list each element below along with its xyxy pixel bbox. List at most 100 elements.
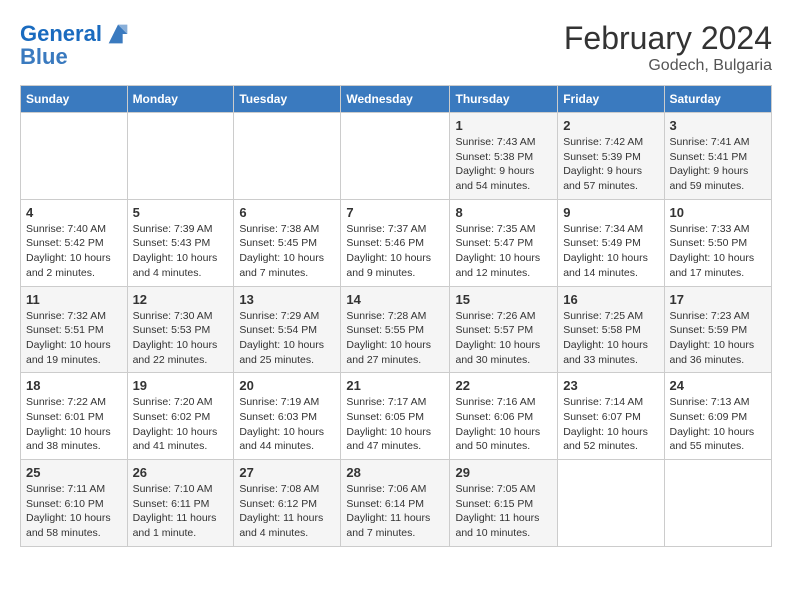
calendar-cell: 18Sunrise: 7:22 AM Sunset: 6:01 PM Dayli…: [21, 373, 128, 460]
calendar-cell: 21 Sunrise: 7:17 AM Sunset: 6:05 PM Dayli…: [341, 373, 450, 460]
day-info: Sunrise: 7:40 AM Sunset: 5:42 PM Dayligh…: [26, 222, 122, 281]
day-info: Sunrise: 7:26 AM Sunset: 5:57 PM Dayligh…: [455, 309, 552, 368]
calendar-cell: 16 Sunrise: 7:25 AM Sunset: 5:58 PM Dayli…: [558, 286, 664, 373]
day-info: Sunrise: 7:16 AM Sunset: 6:06 PM Dayligh…: [455, 395, 552, 454]
calendar-cell: 17 Sunrise: 7:23 AM Sunset: 5:59 PM Dayli…: [664, 286, 772, 373]
day-info: Sunrise: 7:29 AM Sunset: 5:54 PM Dayligh…: [239, 309, 335, 368]
weekday-header-sunday: Sunday: [21, 86, 128, 113]
calendar-cell: 5 Sunrise: 7:39 AM Sunset: 5:43 PM Daylig…: [127, 199, 234, 286]
day-info: Sunrise: 7:20 AM Sunset: 6:02 PM Dayligh…: [133, 395, 229, 454]
calendar-cell: 2 Sunrise: 7:42 AM Sunset: 5:39 PM Daylig…: [558, 113, 664, 200]
day-number: 29: [455, 465, 552, 480]
calendar-cell: [558, 460, 664, 547]
logo-text: General: [20, 22, 102, 46]
day-number: 16: [563, 292, 658, 307]
calendar-cell: 10 Sunrise: 7:33 AM Sunset: 5:50 PM Dayli…: [664, 199, 772, 286]
day-number: 26: [133, 465, 229, 480]
day-number: 3: [670, 118, 767, 133]
calendar-cell: 7Sunrise: 7:37 AM Sunset: 5:46 PM Daylig…: [341, 199, 450, 286]
day-info: Sunrise: 7:23 AM Sunset: 5:59 PM Dayligh…: [670, 309, 767, 368]
month-title: February 2024: [564, 20, 772, 57]
calendar-cell: 23 Sunrise: 7:14 AM Sunset: 6:07 PM Dayli…: [558, 373, 664, 460]
day-number: 2: [563, 118, 658, 133]
calendar-cell: 11 Sunrise: 7:32 AM Sunset: 5:51 PM Dayli…: [21, 286, 128, 373]
day-info: Sunrise: 7:10 AM Sunset: 6:11 PM Dayligh…: [133, 482, 229, 541]
day-info: Sunrise: 7:19 AM Sunset: 6:03 PM Dayligh…: [239, 395, 335, 454]
day-number: 5: [133, 205, 229, 220]
day-info: Sunrise: 7:08 AM Sunset: 6:12 PM Dayligh…: [239, 482, 335, 541]
calendar-cell: 14 Sunrise: 7:28 AM Sunset: 5:55 PM Dayli…: [341, 286, 450, 373]
day-info: Sunrise: 7:28 AM Sunset: 5:55 PM Dayligh…: [346, 309, 444, 368]
day-info: Sunrise: 7:14 AM Sunset: 6:07 PM Dayligh…: [563, 395, 658, 454]
day-info: Sunrise: 7:32 AM Sunset: 5:51 PM Dayligh…: [26, 309, 122, 368]
day-info: Sunrise: 7:42 AM Sunset: 5:39 PM Dayligh…: [563, 135, 658, 194]
day-number: 27: [239, 465, 335, 480]
calendar-cell: 28 Sunrise: 7:06 AM Sunset: 6:14 PM Dayli…: [341, 460, 450, 547]
calendar-cell: 24 Sunrise: 7:13 AM Sunset: 6:09 PM Dayli…: [664, 373, 772, 460]
day-number: 9: [563, 205, 658, 220]
day-info: Sunrise: 7:41 AM Sunset: 5:41 PM Dayligh…: [670, 135, 767, 194]
day-info: Sunrise: 7:37 AM Sunset: 5:46 PM Dayligh…: [346, 222, 444, 281]
day-info: Sunrise: 7:22 AM Sunset: 6:01 PM Dayligh…: [26, 395, 122, 454]
day-number: 4: [26, 205, 122, 220]
calendar-cell: 27 Sunrise: 7:08 AM Sunset: 6:12 PM Dayli…: [234, 460, 341, 547]
day-number: 13: [239, 292, 335, 307]
calendar-cell: 9 Sunrise: 7:34 AM Sunset: 5:49 PM Daylig…: [558, 199, 664, 286]
calendar-cell: 6 Sunrise: 7:38 AM Sunset: 5:45 PM Daylig…: [234, 199, 341, 286]
day-number: 1: [455, 118, 552, 133]
calendar-cell: 26 Sunrise: 7:10 AM Sunset: 6:11 PM Dayli…: [127, 460, 234, 547]
day-number: 12: [133, 292, 229, 307]
day-info: Sunrise: 7:05 AM Sunset: 6:15 PM Dayligh…: [455, 482, 552, 541]
calendar-cell: 29 Sunrise: 7:05 AM Sunset: 6:15 PM Dayli…: [450, 460, 558, 547]
day-info: Sunrise: 7:30 AM Sunset: 5:53 PM Dayligh…: [133, 309, 229, 368]
day-number: 10: [670, 205, 767, 220]
day-number: 11: [26, 292, 122, 307]
calendar-cell: [127, 113, 234, 200]
calendar-cell: 12 Sunrise: 7:30 AM Sunset: 5:53 PM Dayli…: [127, 286, 234, 373]
day-info: Sunrise: 7:17 AM Sunset: 6:05 PM Dayligh…: [346, 395, 444, 454]
day-info: Sunrise: 7:13 AM Sunset: 6:09 PM Dayligh…: [670, 395, 767, 454]
calendar-cell: [21, 113, 128, 200]
day-number: 6: [239, 205, 335, 220]
calendar-cell: [341, 113, 450, 200]
day-number: 15: [455, 292, 552, 307]
calendar-cell: [234, 113, 341, 200]
logo: General Blue: [20, 20, 132, 70]
calendar-cell: 25 Sunrise: 7:11 AM Sunset: 6:10 PM Dayli…: [21, 460, 128, 547]
calendar-cell: 1 Sunrise: 7:43 AM Sunset: 5:38 PM Daylig…: [450, 113, 558, 200]
weekday-header-monday: Monday: [127, 86, 234, 113]
weekday-header-wednesday: Wednesday: [341, 86, 450, 113]
day-number: 21: [346, 378, 444, 393]
day-info: Sunrise: 7:34 AM Sunset: 5:49 PM Dayligh…: [563, 222, 658, 281]
day-info: Sunrise: 7:25 AM Sunset: 5:58 PM Dayligh…: [563, 309, 658, 368]
day-number: 25: [26, 465, 122, 480]
day-info: Sunrise: 7:43 AM Sunset: 5:38 PM Dayligh…: [455, 135, 552, 194]
weekday-header-tuesday: Tuesday: [234, 86, 341, 113]
day-info: Sunrise: 7:11 AM Sunset: 6:10 PM Dayligh…: [26, 482, 122, 541]
calendar-cell: 20Sunrise: 7:19 AM Sunset: 6:03 PM Dayli…: [234, 373, 341, 460]
day-info: Sunrise: 7:35 AM Sunset: 5:47 PM Dayligh…: [455, 222, 552, 281]
day-info: Sunrise: 7:06 AM Sunset: 6:14 PM Dayligh…: [346, 482, 444, 541]
calendar-cell: 22 Sunrise: 7:16 AM Sunset: 6:06 PM Dayli…: [450, 373, 558, 460]
calendar-table: SundayMondayTuesdayWednesdayThursdayFrid…: [20, 85, 772, 547]
day-number: 22: [455, 378, 552, 393]
day-info: Sunrise: 7:33 AM Sunset: 5:50 PM Dayligh…: [670, 222, 767, 281]
calendar-cell: [664, 460, 772, 547]
weekday-header-thursday: Thursday: [450, 86, 558, 113]
calendar-cell: 3 Sunrise: 7:41 AM Sunset: 5:41 PM Daylig…: [664, 113, 772, 200]
day-number: 19: [133, 378, 229, 393]
day-info: Sunrise: 7:38 AM Sunset: 5:45 PM Dayligh…: [239, 222, 335, 281]
calendar-cell: 8 Sunrise: 7:35 AM Sunset: 5:47 PM Daylig…: [450, 199, 558, 286]
logo-icon: [104, 20, 132, 48]
day-number: 23: [563, 378, 658, 393]
day-number: 14: [346, 292, 444, 307]
calendar-cell: 4 Sunrise: 7:40 AM Sunset: 5:42 PM Daylig…: [21, 199, 128, 286]
page-header: General Blue February 2024 Godech, Bulga…: [20, 20, 772, 75]
day-number: 24: [670, 378, 767, 393]
calendar-cell: 19 Sunrise: 7:20 AM Sunset: 6:02 PM Dayli…: [127, 373, 234, 460]
weekday-header-saturday: Saturday: [664, 86, 772, 113]
day-info: Sunrise: 7:39 AM Sunset: 5:43 PM Dayligh…: [133, 222, 229, 281]
day-number: 17: [670, 292, 767, 307]
day-number: 8: [455, 205, 552, 220]
day-number: 28: [346, 465, 444, 480]
